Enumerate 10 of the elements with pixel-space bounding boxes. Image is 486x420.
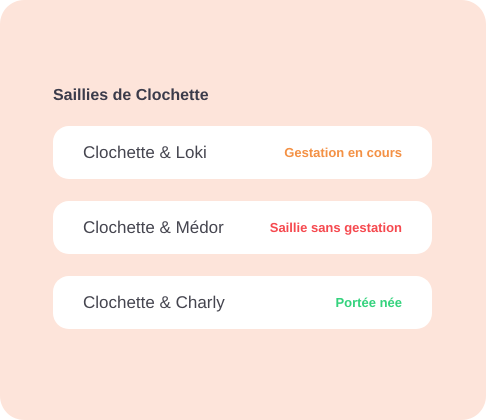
mating-name: Clochette & Médor (83, 218, 224, 238)
mating-card[interactable]: Clochette & Charly Portée née (53, 276, 432, 329)
mating-name: Clochette & Loki (83, 142, 207, 162)
status-label: Saillie sans gestation (270, 220, 402, 235)
section-title: Saillies de Clochette (53, 87, 210, 105)
status-label: Portée née (336, 295, 402, 310)
status-label: Gestation en cours (284, 145, 402, 160)
mating-card[interactable]: Clochette & Médor Saillie sans gestation (53, 201, 432, 254)
mating-name: Clochette & Charly (83, 292, 225, 312)
mating-card[interactable]: Clochette & Loki Gestation en cours (53, 126, 432, 179)
